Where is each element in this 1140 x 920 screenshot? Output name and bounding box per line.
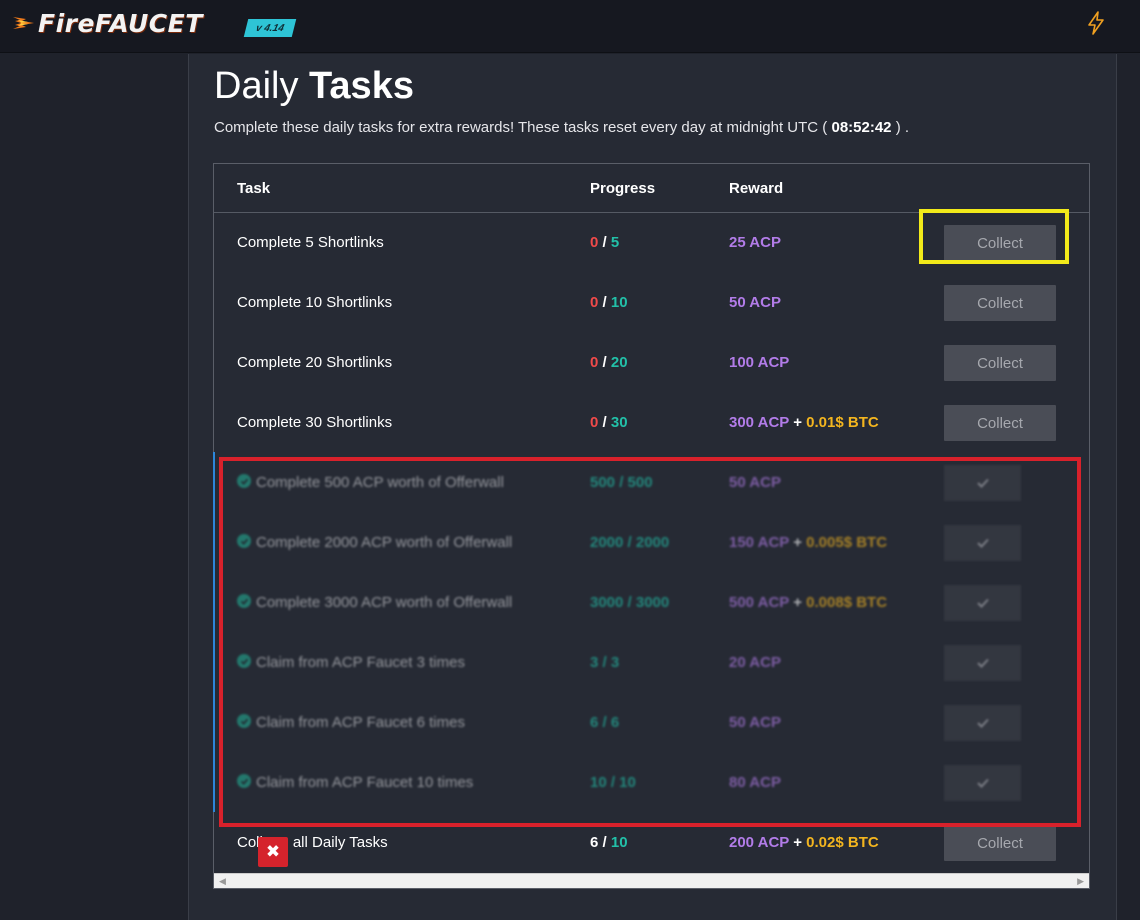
reward-acp: 300 ACP (729, 414, 790, 431)
reward-btc: 0.02$ BTC (806, 834, 879, 851)
top-navbar: FireFAUCET v 4.14 (0, 0, 1140, 53)
progress-total: 30 (610, 414, 628, 431)
progress-separator: / (598, 354, 611, 371)
reward-acp: 25 ACP (729, 234, 781, 251)
highlight-completed-box (219, 457, 1081, 827)
task-reward: 100 ACP (729, 354, 789, 371)
reward-acp: 50 ACP (729, 294, 781, 311)
progress-separator: / (598, 834, 611, 851)
task-reward: 25 ACP (729, 234, 781, 251)
logo-text: FireFAUCET (38, 8, 203, 38)
progress-total: 5 (610, 234, 620, 251)
highlight-collect-box (919, 209, 1069, 264)
page-subtitle: Complete these daily tasks for extra rew… (214, 118, 909, 138)
lightning-bolt-icon[interactable] (1086, 11, 1106, 35)
reward-plus: + (789, 834, 807, 851)
close-icon[interactable]: ✖ (258, 837, 288, 867)
subtitle-end: ) . (895, 119, 910, 136)
page-title: Daily Tasks (214, 62, 414, 110)
subtitle-text: Complete these daily tasks for extra rew… (214, 119, 828, 136)
task-progress: 0 / 10 (590, 294, 628, 311)
task-name-end: all Daily Tasks (292, 834, 388, 851)
task-progress: 0 / 20 (590, 354, 628, 371)
task-name: Complete 10 Shortlinks (237, 294, 393, 311)
progress-separator: / (598, 234, 611, 251)
task-reward: 300 ACP + 0.01$ BTC (729, 414, 879, 431)
reward-acp: 200 ACP (729, 834, 790, 851)
table-row: Complete 10 Shortlinks 0 / 10 50 ACP Col… (214, 273, 1089, 333)
column-header-reward: Reward (729, 180, 784, 197)
task-progress: 0 / 30 (590, 414, 628, 431)
collect-button[interactable]: Collect (944, 285, 1056, 321)
reset-countdown: 08:52:42 (831, 119, 892, 136)
column-header-progress: Progress (590, 180, 656, 197)
progress-total: 20 (610, 354, 628, 371)
horizontal-scrollbar[interactable]: ◀ ▶ (214, 873, 1089, 888)
version-badge: v 4.14 (243, 19, 297, 37)
collect-button[interactable]: Collect (944, 825, 1056, 861)
page-title-light: Daily (214, 65, 299, 107)
table-row: Complete 30 Shortlinks 0 / 30 300 ACP + … (214, 393, 1089, 453)
task-name: Complete 30 Shortlinks (237, 414, 393, 431)
collect-button[interactable]: Collect (944, 345, 1056, 381)
progress-total: 10 (610, 834, 628, 851)
reward-btc: 0.01$ BTC (806, 414, 879, 431)
reward-acp: 100 ACP (729, 354, 790, 371)
table-row: Complete 20 Shortlinks 0 / 20 100 ACP Co… (214, 333, 1089, 393)
flame-icon (13, 17, 34, 29)
progress-separator: / (598, 414, 611, 431)
page-title-bold: Tasks (309, 65, 414, 107)
task-reward: 50 ACP (729, 294, 781, 311)
reward-plus: + (789, 414, 807, 431)
task-progress: 0 / 5 (590, 234, 619, 251)
firefaucet-logo[interactable]: FireFAUCET (12, 6, 203, 40)
table-header: Task Progress Reward (214, 164, 1089, 213)
task-progress: 6 / 10 (590, 834, 628, 851)
progress-separator: / (598, 294, 611, 311)
progress-total: 10 (610, 294, 628, 311)
scroll-left-icon[interactable]: ◀ (219, 876, 226, 887)
column-header-task: Task (237, 180, 271, 197)
task-reward: 200 ACP + 0.02$ BTC (729, 834, 879, 851)
task-name: Complete 20 Shortlinks (237, 354, 393, 371)
scroll-right-icon[interactable]: ▶ (1077, 876, 1084, 887)
completed-section-accent (213, 452, 215, 812)
task-name: Complete 5 Shortlinks (237, 234, 384, 251)
collect-button[interactable]: Collect (944, 405, 1056, 441)
